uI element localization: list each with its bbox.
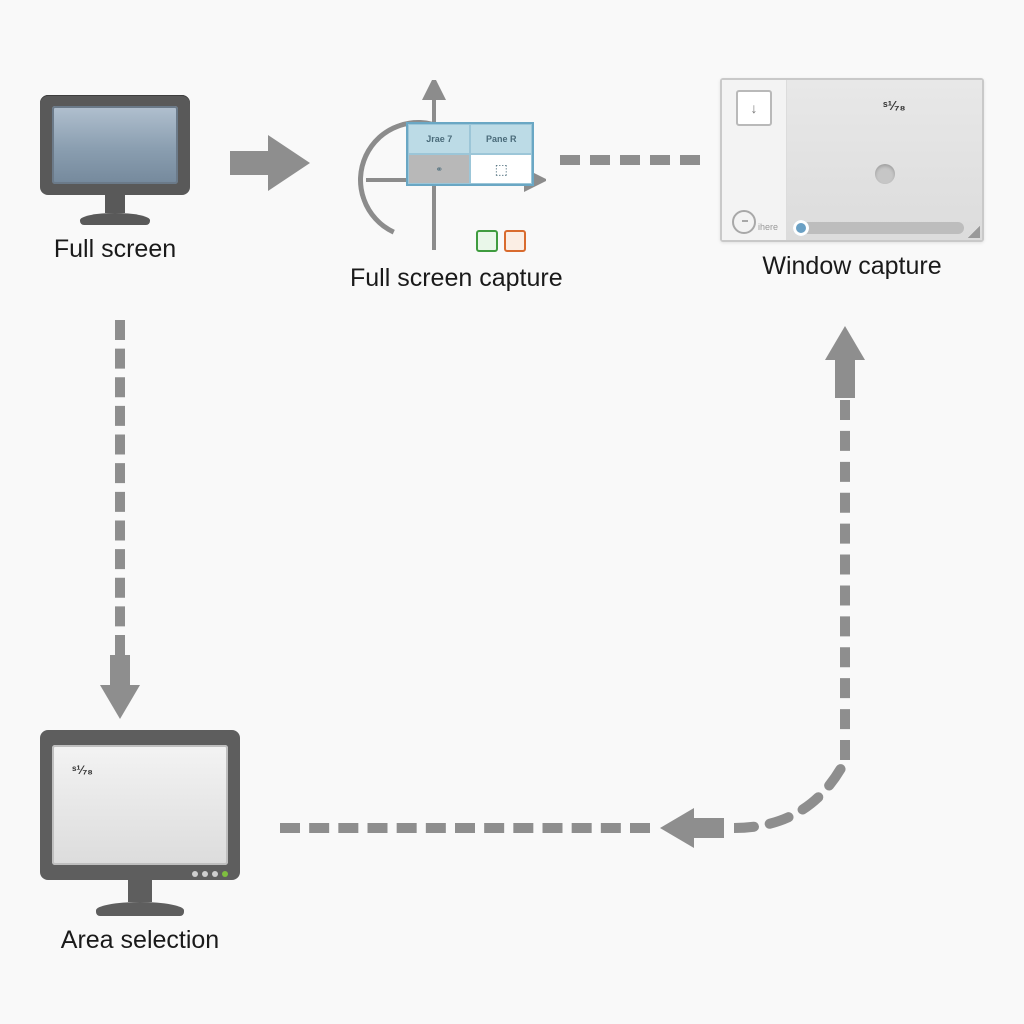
arrow-dashed-horizontal xyxy=(280,823,650,833)
window-watermark: ˢ¹⁄₇₈ xyxy=(883,98,906,113)
arrow-down-stem xyxy=(110,655,130,685)
axes-grid-icon: Jrae 7 Pane R ⚭ ⬚ xyxy=(366,80,546,240)
node-area-selection: ˢ¹⁄₇₈ Area selection xyxy=(40,730,240,955)
label-window-capture: Window capture xyxy=(762,252,941,281)
arrow-left-stem xyxy=(694,818,724,838)
grid-cell-right: ⬚ xyxy=(470,154,532,184)
grid-header-1: Jrae 7 xyxy=(408,124,470,154)
arrow-dashed-vertical xyxy=(840,400,850,760)
node-window-capture: ↓ ihere ˢ¹⁄₇₈ Window capture xyxy=(720,78,984,281)
small-green-icon xyxy=(476,230,498,252)
monitor-light-icon: ˢ¹⁄₇₈ xyxy=(40,730,240,916)
small-orange-icon xyxy=(504,230,526,252)
clock-icon xyxy=(732,210,756,234)
area-watermark: ˢ¹⁄₇₈ xyxy=(72,763,93,777)
label-full-screen: Full screen xyxy=(54,235,176,264)
label-full-screen-capture: Full screen capture xyxy=(350,264,563,293)
side-small-text: ihere xyxy=(758,222,778,232)
arrow-left-head-icon xyxy=(660,808,694,848)
arrow-dashed-right-icon xyxy=(560,155,700,165)
arrow-up-stem xyxy=(835,360,855,398)
resize-grip-icon xyxy=(968,226,980,238)
arrow-up-head-icon xyxy=(825,326,865,360)
label-area-selection: Area selection xyxy=(61,926,219,955)
grid-header-2: Pane R xyxy=(470,124,532,154)
node-full-screen: Full screen xyxy=(40,95,190,264)
arrow-curve-icon xyxy=(734,763,864,893)
window-capture-icon: ↓ ihere ˢ¹⁄₇₈ xyxy=(720,78,984,242)
grid-cell-left: ⚭ xyxy=(408,154,470,184)
download-icon: ↓ xyxy=(736,90,772,126)
arrow-dashed-down-line xyxy=(115,320,125,655)
circle-icon xyxy=(875,164,895,184)
monitor-icon xyxy=(40,95,190,225)
progress-bar xyxy=(797,222,964,234)
arrow-solid-right-icon xyxy=(230,135,310,191)
node-full-screen-capture: Jrae 7 Pane R ⚭ ⬚ Full screen capture xyxy=(350,80,563,293)
progress-thumb xyxy=(793,220,809,236)
diagram-canvas: Full screen Jrae 7 Pane R ⚭ xyxy=(0,0,1024,1024)
arrow-down-head-icon xyxy=(100,685,140,719)
